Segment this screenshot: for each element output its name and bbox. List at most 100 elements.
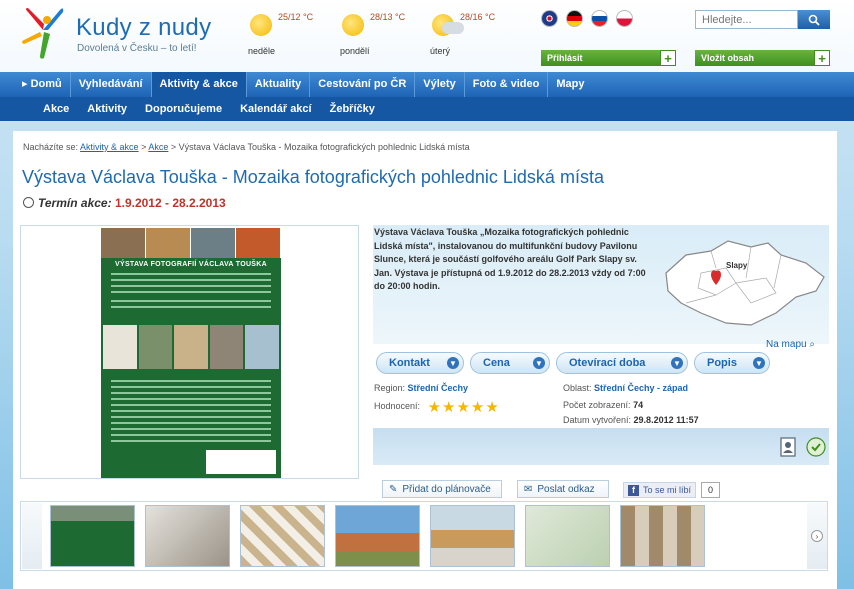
flag-en-icon[interactable] <box>541 10 558 27</box>
page-title: Výstava Václava Touška - Mozaika fotogra… <box>22 167 604 187</box>
breadcrumb-current: Výstava Václava Touška - Mozaika fotogra… <box>178 142 470 152</box>
search-icon <box>808 14 820 26</box>
tab-opening-hours[interactable]: Otevírací doba ▼ <box>556 352 688 374</box>
add-content-button[interactable]: Vložit obsah + <box>695 50 830 66</box>
send-link-button[interactable]: ✉ Poslat odkaz <box>517 480 609 498</box>
location-map[interactable]: Slapy <box>656 233 831 337</box>
add-to-planner-button[interactable]: ✎ Přidat do plánovače <box>382 480 502 498</box>
login-button[interactable]: Přihlásit + <box>541 50 676 66</box>
event-poster-image[interactable]: VÝSTAVA FOTOGRAFIÍ VÁCLAVA TOUŠKA <box>101 228 281 478</box>
subnav-item-rankings[interactable]: Žebříčky <box>321 97 384 121</box>
sub-nav: Akce Aktivity Doporučujeme Kalendář akcí… <box>0 97 854 121</box>
weather-temp: 25/12 °C <box>278 12 314 22</box>
chevron-down-icon: ▼ <box>671 357 683 369</box>
main-image-frame: VÝSTAVA FOTOGRAFIÍ VÁCLAVA TOUŠKA <box>20 225 359 479</box>
star-icon: ★ <box>427 399 442 416</box>
breadcrumb-link-activities[interactable]: Aktivity & akce <box>80 142 139 152</box>
views-count: 74 <box>633 400 644 410</box>
weather-day-1: 25/12 °C neděle <box>248 8 338 60</box>
sponsor-logos <box>206 450 276 474</box>
flag-sk-icon[interactable] <box>591 10 608 27</box>
chevron-down-icon: ▼ <box>753 357 765 369</box>
gallery-thumb[interactable] <box>525 505 610 567</box>
add-content-label: Vložit obsah <box>701 53 755 63</box>
event-dates: 1.9.2012 - 28.2.2013 <box>114 196 226 210</box>
flag-pl-icon[interactable] <box>616 10 633 27</box>
content-panel: Nacházíte se: Aktivity & akce > Akce > V… <box>13 131 837 589</box>
tab-contact[interactable]: Kontakt ▼ <box>376 352 464 374</box>
weather-day: neděle <box>248 46 276 56</box>
poster-title: VÝSTAVA FOTOGRAFIÍ VÁCLAVA TOUŠKA <box>115 261 267 268</box>
logo-icon[interactable] <box>20 6 66 60</box>
search-box <box>695 10 830 29</box>
nav-item-home[interactable]: ▸ Domů <box>14 72 71 97</box>
chevron-down-icon: ▼ <box>447 357 459 369</box>
logo-tagline: Dovolená v Česku – to letí! <box>77 43 197 54</box>
zoom-icon: ⌕ <box>809 339 815 350</box>
recommend-icon[interactable] <box>806 437 826 457</box>
nav-item-news[interactable]: Aktuality <box>247 72 311 97</box>
gallery-thumb[interactable] <box>430 505 515 567</box>
gallery-next-button[interactable]: › <box>807 503 827 569</box>
gallery-thumb[interactable] <box>620 505 705 567</box>
description-box: Výstava Václava Touška „Mozaika fotograf… <box>373 225 831 350</box>
nav-item-search[interactable]: Vyhledávání <box>71 72 152 97</box>
weather-temp: 28/13 °C <box>370 12 406 22</box>
main-nav: ▸ Domů Vyhledávání Aktivity & akce Aktua… <box>0 72 854 97</box>
subnav-item-activities[interactable]: Aktivity <box>78 97 136 121</box>
clock-icon <box>23 197 34 208</box>
search-input[interactable] <box>695 10 798 29</box>
planner-icon: ✎ <box>389 483 398 495</box>
weather-temp: 28/16 °C <box>460 12 496 22</box>
map-link[interactable]: Na mapu ⌕ <box>766 339 815 350</box>
star-icon: ★ <box>485 399 499 416</box>
plus-icon: + <box>814 50 830 66</box>
facebook-icon: f <box>628 484 639 496</box>
login-label: Přihlásit <box>547 53 583 63</box>
nav-item-travel[interactable]: Cestování po ČR <box>310 72 416 97</box>
region-link[interactable]: Střední Čechy <box>408 383 469 393</box>
language-switcher <box>541 10 633 27</box>
gallery-thumb[interactable] <box>50 505 135 567</box>
site-header: Kudy z nudy Dovolená v Česku – to letí! … <box>0 0 854 72</box>
facebook-like-count: 0 <box>701 482 720 498</box>
chevron-right-icon: › <box>811 530 823 542</box>
views-info: Počet zobrazení: 74 <box>563 400 644 410</box>
breadcrumb: Nacházíte se: Aktivity & akce > Akce > V… <box>23 142 470 152</box>
star-icon: ★ <box>456 399 470 416</box>
logo-title[interactable]: Kudy z nudy <box>76 14 211 42</box>
print-icon[interactable] <box>778 437 798 457</box>
facebook-like-button[interactable]: f To se mi líbí <box>623 482 697 498</box>
region-info: Region: Střední Čechy <box>374 383 469 393</box>
gallery-thumb[interactable] <box>240 505 325 567</box>
breadcrumb-link-events[interactable]: Akce <box>148 142 168 152</box>
subnav-item-calendar[interactable]: Kalendář akcí <box>231 97 321 121</box>
event-description: Výstava Václava Touška „Mozaika fotograf… <box>374 227 646 291</box>
subnav-item-events[interactable]: Akce <box>34 97 78 121</box>
tab-description[interactable]: Popis ▼ <box>694 352 770 374</box>
detail-tabs: Kontakt ▼ Cena ▼ Otevírací doba ▼ Popis ▼ <box>376 352 770 374</box>
event-term: Termín akce: 1.9.2012 - 28.2.2013 <box>23 196 226 210</box>
action-bar <box>373 428 829 465</box>
nav-item-trips[interactable]: Výlety <box>415 72 465 97</box>
gallery-thumb[interactable] <box>145 505 230 567</box>
area-link[interactable]: Střední Čechy - západ <box>594 383 688 393</box>
flag-de-icon[interactable] <box>566 10 583 27</box>
gallery-prev-button[interactable] <box>22 503 42 569</box>
nav-item-activities[interactable]: Aktivity & akce <box>151 72 247 97</box>
subnav-item-recommended[interactable]: Doporučujeme <box>136 97 231 121</box>
nav-item-maps[interactable]: Mapy <box>548 72 592 97</box>
chevron-down-icon: ▼ <box>533 357 545 369</box>
gallery-thumb[interactable] <box>335 505 420 567</box>
rating-stars[interactable]: ★ ★ ★ ★ ★ <box>427 399 499 416</box>
search-button[interactable] <box>798 10 830 29</box>
tab-price[interactable]: Cena ▼ <box>470 352 550 374</box>
envelope-icon: ✉ <box>524 483 533 495</box>
photo-gallery: › <box>20 501 828 571</box>
weather-day-3: 28/16 °C úterý <box>430 8 520 60</box>
weather-day: úterý <box>430 46 451 56</box>
cloud-icon <box>442 22 464 34</box>
nav-item-photo-video[interactable]: Foto & video <box>465 72 549 97</box>
weather-day-2: 28/13 °C pondělí <box>340 8 430 60</box>
sun-icon <box>342 14 364 36</box>
